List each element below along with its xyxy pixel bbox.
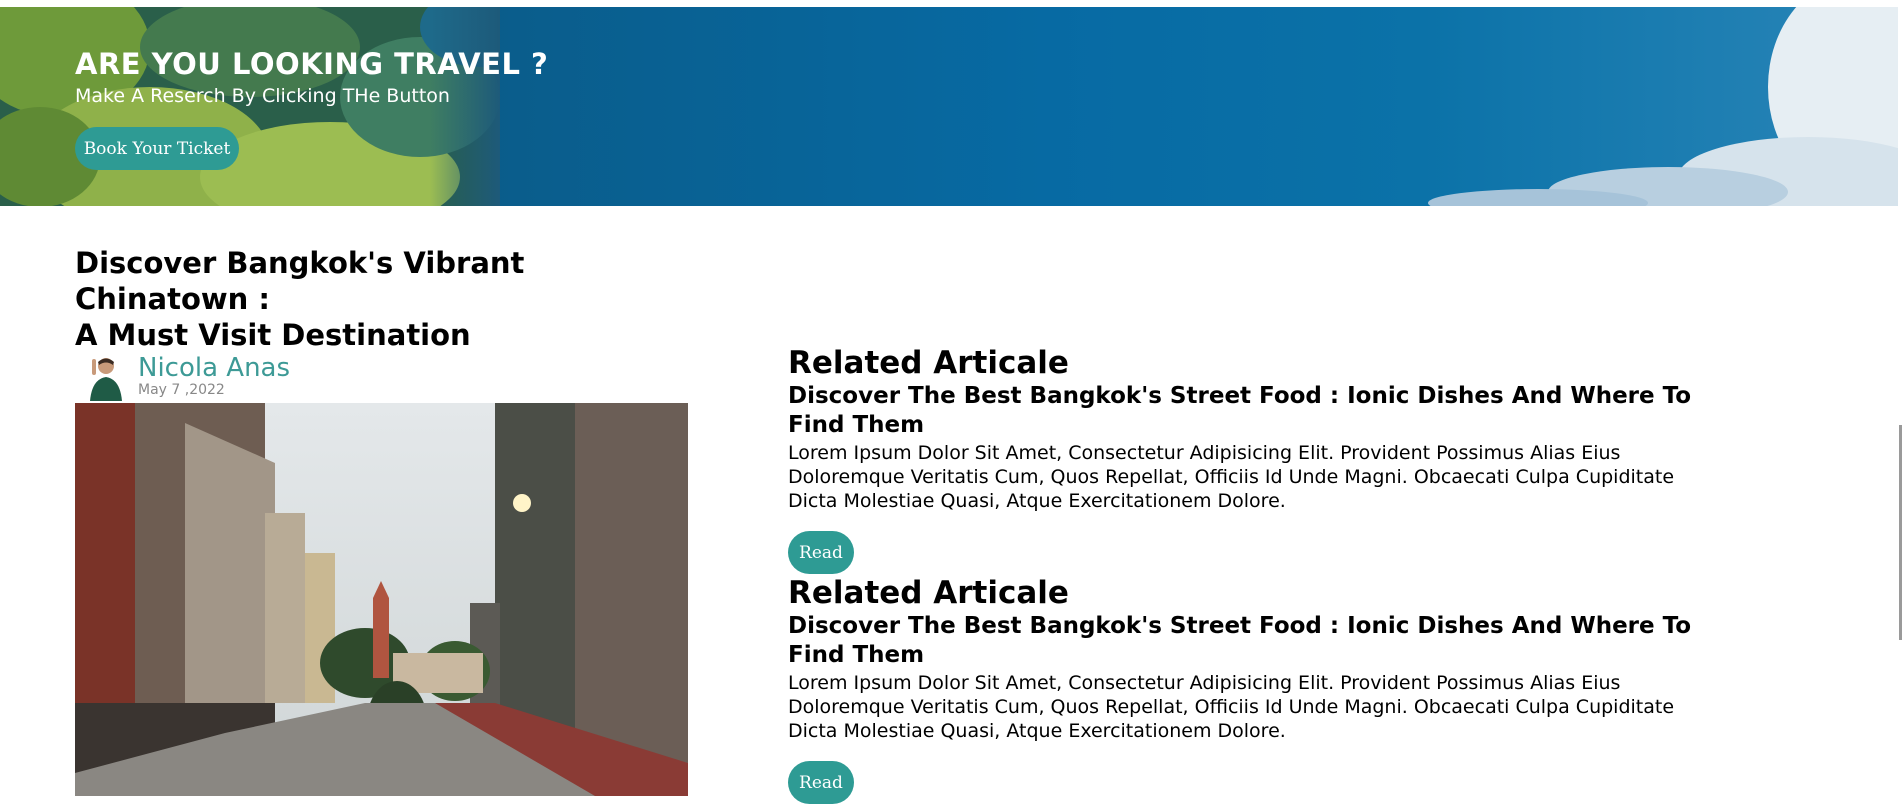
related-title[interactable]: Discover The Best Bangkok's Street Food … <box>788 382 1748 440</box>
article-title-line2: Chinatown : <box>75 282 270 316</box>
avatar <box>82 353 130 401</box>
related-body: Lorem Ipsum Dolor Sit Amet, Consectetur … <box>788 672 1675 742</box>
scrollbar-track[interactable] <box>1898 0 1903 809</box>
hero-subtitle: Make A Reserch By Clicking THe Button <box>75 85 450 107</box>
article-title-line3: A Must Visit Destination <box>75 318 471 352</box>
page: ARE YOU LOOKING TRAVEL ? Make A Reserch … <box>0 0 1903 809</box>
author-name[interactable]: Nicola Anas <box>138 353 290 383</box>
article-image <box>75 403 688 796</box>
related-article-1: Related Articale Discover The Best Bangk… <box>788 345 1748 574</box>
related-article-2: Related Articale Discover The Best Bangk… <box>788 575 1748 804</box>
read-button[interactable]: Read <box>788 531 854 574</box>
article-title-line1: Discover Bangkok's Vibrant <box>75 246 525 280</box>
article-title: Discover Bangkok's Vibrant Chinatown : A… <box>75 245 595 353</box>
hero-banner: ARE YOU LOOKING TRAVEL ? Make A Reserch … <box>0 7 1898 206</box>
related-heading: Related Articale <box>788 345 1069 381</box>
book-ticket-button[interactable]: Book Your Ticket <box>75 127 239 170</box>
scrollbar-thumb[interactable] <box>1899 425 1902 640</box>
related-body: Lorem Ipsum Dolor Sit Amet, Consectetur … <box>788 442 1675 512</box>
read-button[interactable]: Read <box>788 761 854 804</box>
clouds-image <box>1428 7 1898 206</box>
related-heading: Related Articale <box>788 575 1069 611</box>
author-info: Nicola Anas May 7 ,2022 <box>82 353 290 401</box>
hero-title: ARE YOU LOOKING TRAVEL ? <box>75 47 549 81</box>
publish-date: May 7 ,2022 <box>138 382 225 398</box>
related-title[interactable]: Discover The Best Bangkok's Street Food … <box>788 612 1748 670</box>
